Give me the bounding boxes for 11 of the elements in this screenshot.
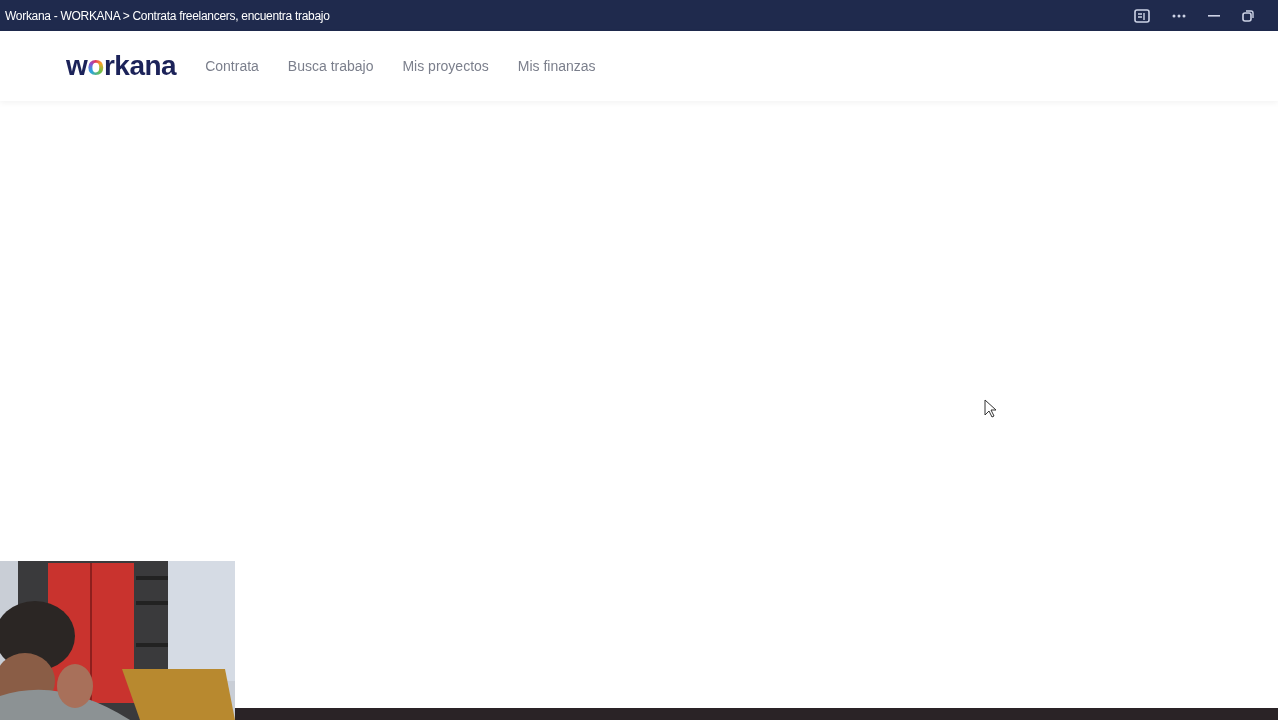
window-title: Workana - WORKANA > Contrata freelancers, encuentra trabajo (5, 7, 330, 25)
nav-link[interactable]: Mis finanzas (517, 55, 596, 77)
nav-link[interactable]: Busca trabajo (287, 55, 374, 77)
restore-icon[interactable] (1242, 9, 1254, 22)
nav-link[interactable]: Contrata (205, 55, 259, 77)
more-icon[interactable] (1172, 13, 1186, 18)
minimize-icon[interactable] (1208, 14, 1220, 17)
reader-icon[interactable] (1134, 8, 1150, 23)
mouse-cursor-icon (984, 399, 997, 418)
workana-logo[interactable]: workana (66, 45, 177, 87)
nav-link[interactable]: Mis proyectos (402, 55, 489, 77)
